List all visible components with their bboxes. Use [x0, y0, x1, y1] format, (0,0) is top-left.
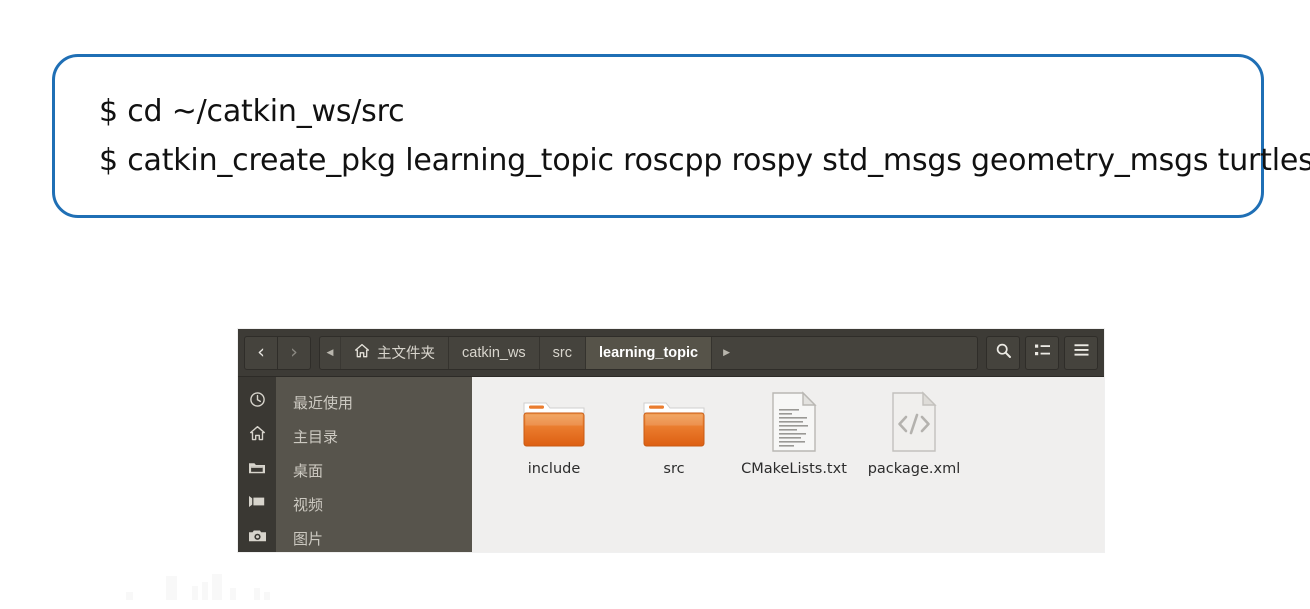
forward-button[interactable]: ›: [277, 335, 311, 370]
back-button[interactable]: ‹: [244, 335, 278, 370]
chevron-right-icon: ›: [290, 341, 298, 363]
sidebar-label-column: 最近使用 主目录 桌面 视频 图片: [276, 377, 472, 552]
breadcrumb-item-learning-topic[interactable]: learning_topic: [586, 336, 713, 369]
file-label: package.xml: [867, 461, 961, 477]
folder-icon: [248, 460, 266, 480]
toolbar-right-buttons: [986, 335, 1098, 370]
video-icon: [248, 495, 267, 513]
sidebar-item-videos-icon-cell[interactable]: [238, 487, 276, 521]
file-label: include: [527, 461, 581, 477]
breadcrumb-label: 主文件夹: [377, 346, 435, 362]
camera-icon: [248, 529, 267, 548]
sidebar-item-home-icon-cell[interactable]: [238, 419, 276, 453]
breadcrumb-empty-space: [741, 337, 977, 369]
file-manager-window: ‹ › ◀ 主文件夹 catkin_ws src learning_topic …: [238, 329, 1104, 552]
sidebar-item-pictures[interactable]: 图片: [276, 521, 472, 552]
triangle-left-icon: ◀: [326, 347, 334, 357]
home-icon: [354, 343, 370, 363]
breadcrumb-label: src: [552, 344, 573, 361]
clock-icon: [249, 391, 266, 413]
sidebar-item-label: 视频: [293, 495, 324, 514]
file-item-cmakelists[interactable]: CMakeLists.txt: [734, 391, 854, 479]
sidebar-item-label: 桌面: [293, 461, 324, 480]
list-view-icon: [1034, 343, 1051, 363]
sidebar-item-desktop[interactable]: 桌面: [276, 453, 472, 487]
sidebar-item-label: 图片: [293, 529, 324, 548]
hamburger-menu-icon: [1073, 343, 1090, 362]
file-manager-body: 最近使用 主目录 桌面 视频 图片 include src CMakeLists…: [238, 377, 1104, 552]
sidebar-item-desktop-icon-cell[interactable]: [238, 453, 276, 487]
file-label: CMakeLists.txt: [741, 461, 847, 477]
file-label: src: [663, 461, 685, 477]
search-button[interactable]: [986, 335, 1020, 370]
file-item-include[interactable]: include: [494, 391, 614, 479]
chevron-left-icon: ‹: [257, 341, 265, 363]
menu-button[interactable]: [1064, 335, 1098, 370]
text-document-icon: [766, 391, 822, 453]
sidebar-item-home[interactable]: 主目录: [276, 419, 472, 453]
file-manager-toolbar: ‹ › ◀ 主文件夹 catkin_ws src learning_topic …: [238, 329, 1104, 377]
sidebar-item-label: 主目录: [293, 427, 339, 446]
command-line-1: $ cd ~/catkin_ws/src: [99, 94, 405, 129]
breadcrumb-label: catkin_ws: [462, 344, 526, 361]
sidebar: 最近使用 主目录 桌面 视频 图片: [238, 377, 472, 552]
file-list: include src CMakeLists.txt package.xml: [472, 377, 1104, 552]
breadcrumb-item-src[interactable]: src: [540, 336, 587, 369]
navigation-button-group: ‹ ›: [244, 335, 311, 370]
breadcrumb-item-home[interactable]: 主文件夹: [341, 336, 449, 369]
sidebar-item-label: 最近使用: [293, 393, 354, 412]
view-mode-button[interactable]: [1025, 335, 1059, 370]
file-item-src[interactable]: src: [614, 391, 734, 479]
folder-icon: [640, 391, 708, 453]
sidebar-item-recent-icon-cell[interactable]: [238, 385, 276, 419]
triangle-right-icon: ▶: [723, 347, 731, 357]
sidebar-item-recent[interactable]: 最近使用: [276, 385, 472, 419]
home-icon: [249, 425, 266, 447]
search-icon: [995, 342, 1012, 364]
breadcrumb-item-catkin-ws[interactable]: catkin_ws: [449, 336, 540, 369]
breadcrumb: ◀ 主文件夹 catkin_ws src learning_topic ▶: [319, 335, 978, 370]
xml-document-icon: [886, 391, 942, 453]
sidebar-icon-column: [238, 377, 276, 552]
folder-icon: [520, 391, 588, 453]
command-line-2: $ catkin_create_pkg learning_topic roscp…: [99, 143, 1310, 178]
sidebar-item-pictures-icon-cell[interactable]: [238, 521, 276, 552]
background-artifact: [118, 572, 298, 604]
sidebar-item-videos[interactable]: 视频: [276, 487, 472, 521]
breadcrumb-scroll-right-button[interactable]: ▶: [712, 337, 741, 369]
breadcrumb-label: learning_topic: [599, 344, 699, 361]
breadcrumb-scroll-left-button[interactable]: ◀: [320, 336, 341, 369]
terminal-command-callout: $ cd ~/catkin_ws/src $ catkin_create_pkg…: [52, 54, 1310, 218]
file-item-package-xml[interactable]: package.xml: [854, 391, 974, 479]
